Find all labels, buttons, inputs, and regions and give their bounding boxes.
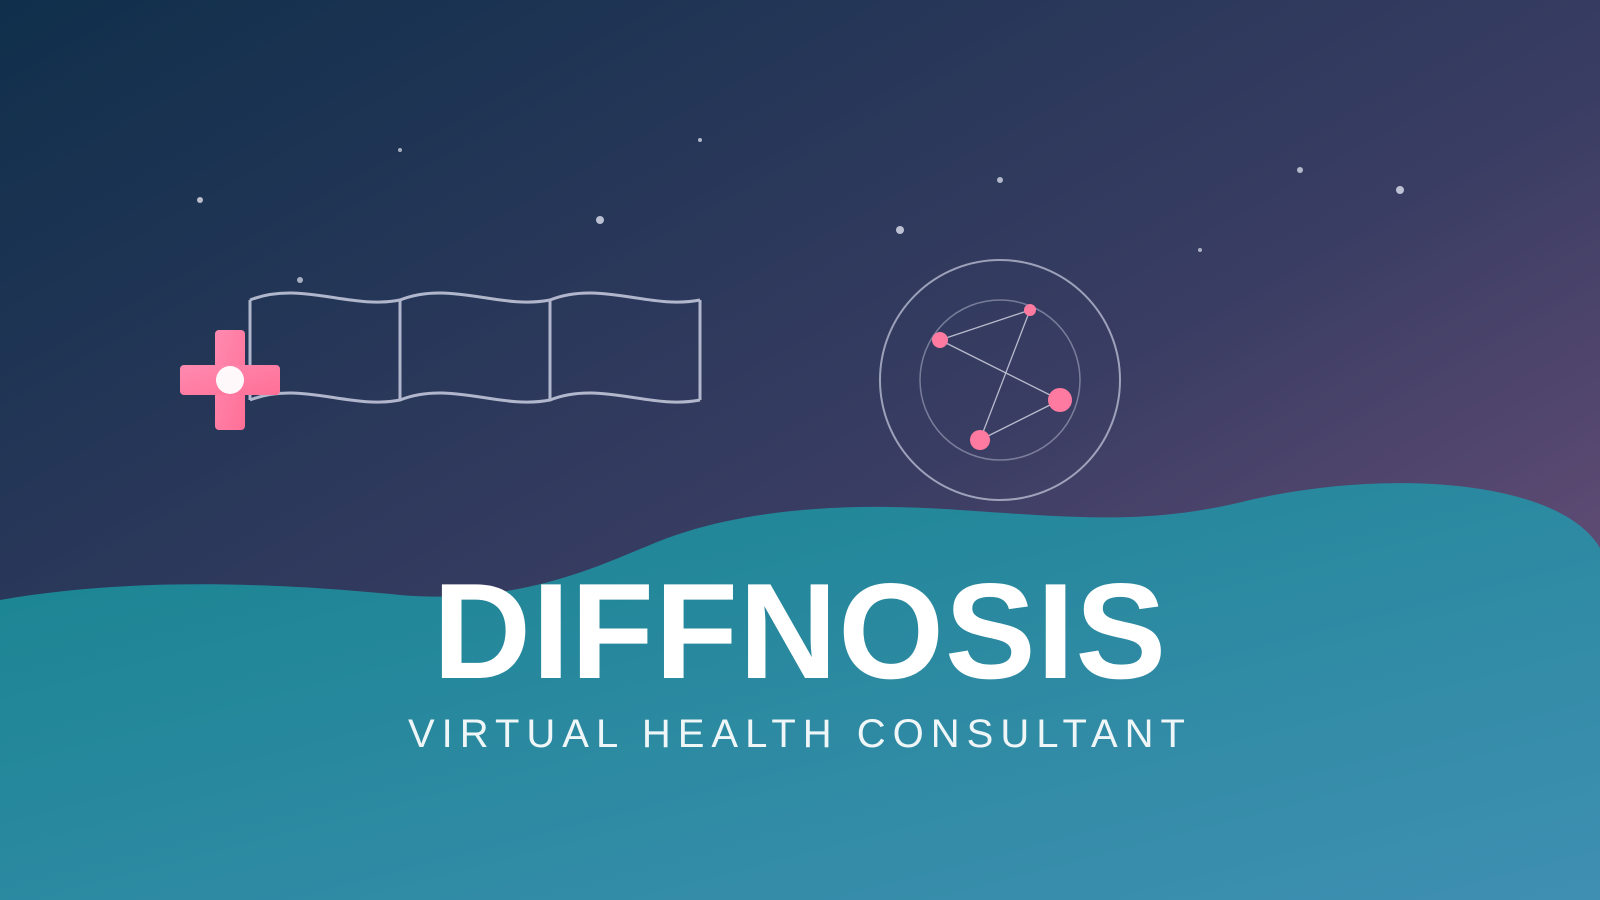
star	[596, 216, 604, 224]
star	[1297, 167, 1303, 173]
network-node	[932, 332, 948, 348]
star	[398, 148, 402, 152]
cross-center-dot	[216, 366, 244, 394]
network-node	[1048, 388, 1072, 412]
brand-title: DIFFNOSIS	[432, 555, 1168, 707]
background-scene	[0, 0, 1600, 900]
star	[997, 177, 1003, 183]
network-node	[970, 430, 990, 450]
star	[1198, 248, 1202, 252]
star	[297, 277, 303, 283]
star	[197, 197, 203, 203]
star	[1396, 186, 1404, 194]
star	[896, 226, 904, 234]
star	[698, 138, 702, 142]
network-node	[1024, 304, 1036, 316]
brand-tagline: VIRTUAL HEALTH CONSULTANT	[408, 712, 1192, 756]
